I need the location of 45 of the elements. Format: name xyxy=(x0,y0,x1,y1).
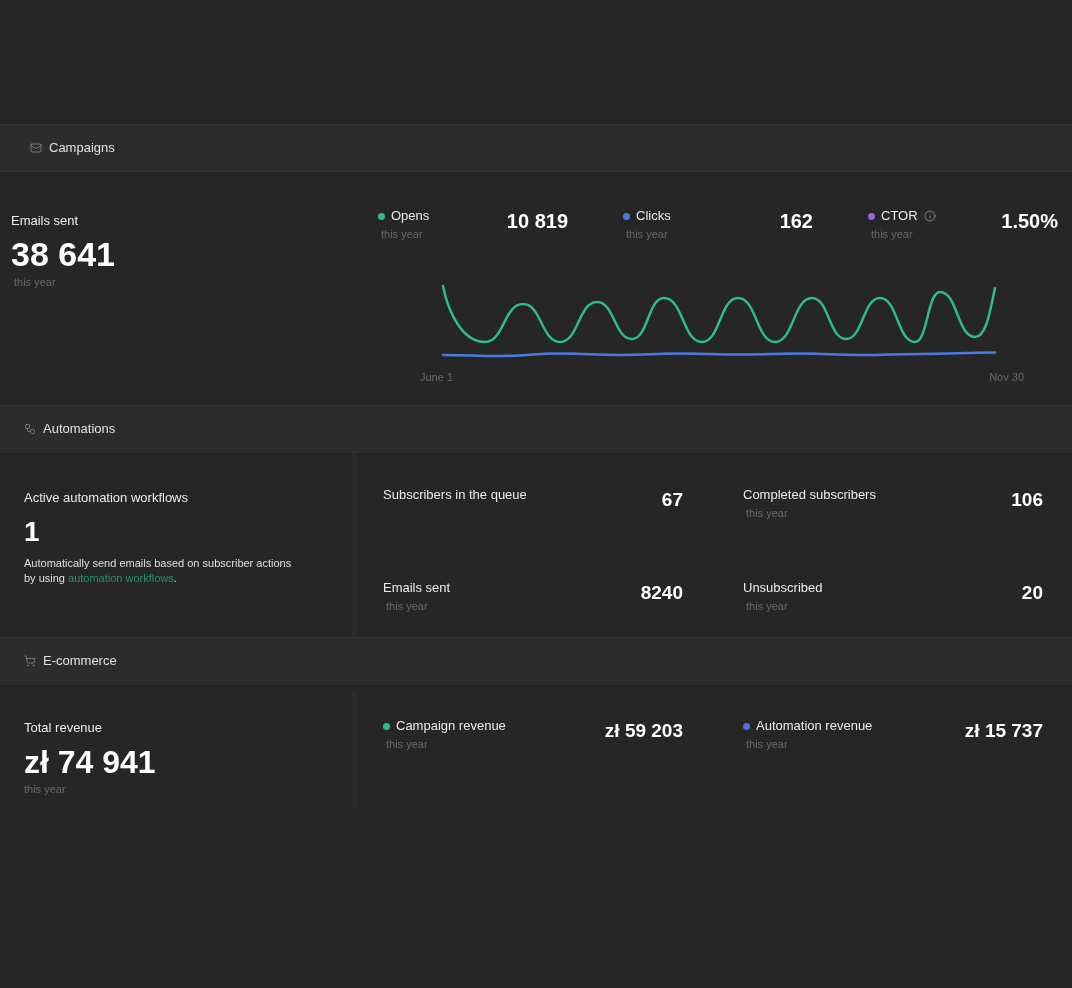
metric-label: Subscribers in the queue xyxy=(383,487,527,503)
metric-value: zł 59 203 xyxy=(604,719,683,743)
summary-label: Emails sent xyxy=(11,212,80,230)
period-text: this year xyxy=(385,599,429,613)
period-text: this year xyxy=(13,274,57,290)
cart-icon xyxy=(24,655,36,667)
workflow-icon xyxy=(24,423,36,435)
mail-icon xyxy=(30,142,42,154)
section-title: E-commerce xyxy=(43,652,117,671)
section-title: Automations xyxy=(43,420,116,439)
automation-workflows-link[interactable]: automation workflows xyxy=(68,571,174,584)
axis-label: Nov 30 xyxy=(989,370,1024,385)
summary-value: zł 74 941 xyxy=(24,742,157,781)
metric-value: 106 xyxy=(1011,488,1043,512)
summary-value: 1 xyxy=(24,515,41,548)
period-text: this year xyxy=(745,506,789,520)
metric-value: 162 xyxy=(779,209,813,233)
metric-label: Opens xyxy=(391,208,430,224)
period-text: this year xyxy=(870,227,914,241)
section-title: Campaigns xyxy=(49,139,115,158)
summary-label: Total revenue xyxy=(24,719,104,737)
metric-value: 20 xyxy=(1021,581,1043,605)
metric-value: 8240 xyxy=(640,581,683,605)
summary-value: 38 641 xyxy=(11,233,116,274)
metric-label: Completed subscribers xyxy=(743,487,876,503)
metric-value: 67 xyxy=(661,488,683,512)
period-text: this year xyxy=(385,737,429,751)
period-text: this year xyxy=(625,227,669,241)
period-text: this year xyxy=(745,599,789,613)
metric-label: Unsubscribed xyxy=(743,580,823,596)
axis-label: June 1 xyxy=(420,370,454,385)
info-icon[interactable] xyxy=(923,210,936,222)
metric-label: Campaign revenue xyxy=(396,718,506,734)
description-text: Automatically send emails based on subscriber actions by using automation workflows. xyxy=(24,555,293,586)
metric-value: 10 819 xyxy=(506,209,568,233)
metric-label: Clicks xyxy=(636,208,671,224)
metric-label: Automation revenue xyxy=(756,718,873,734)
metric-label: CTOR xyxy=(881,208,918,224)
metric-value: zł 15 737 xyxy=(964,719,1043,743)
metric-value: 1.50% xyxy=(1001,209,1058,233)
summary-label: Active automation workflows xyxy=(24,489,189,507)
period-text: this year xyxy=(380,227,424,241)
period-text: this year xyxy=(24,781,67,797)
metric-label: Emails sent xyxy=(383,580,451,596)
period-text: this year xyxy=(745,737,789,751)
